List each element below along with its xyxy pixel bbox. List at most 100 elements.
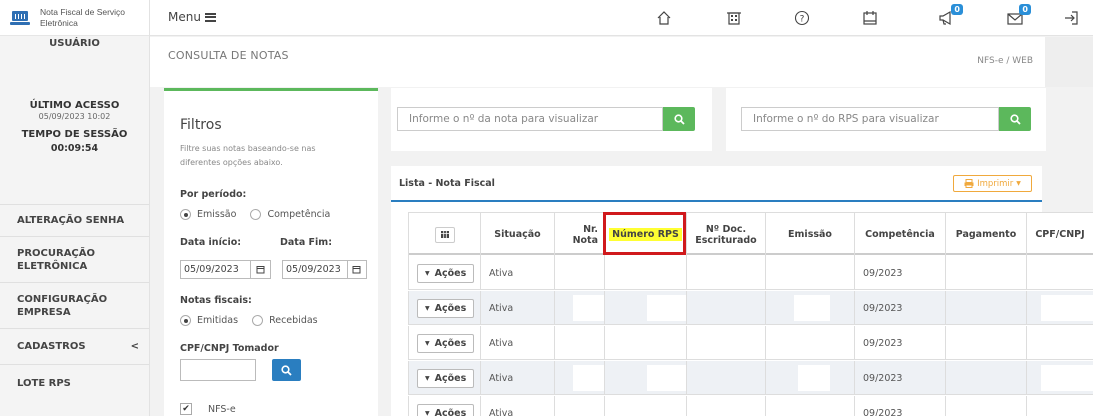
actions-button[interactable]: ▼ Ações [417,403,475,416]
column-toggle[interactable] [408,213,480,256]
list-title: Lista - Nota Fiscal [399,178,495,189]
computer-icon [10,10,30,25]
rps-search-button[interactable] [999,107,1031,131]
cell-competencia: 09/2023 [854,256,945,290]
row-actions-cell: ▼ Ações [408,291,480,325]
filters-panel: Filtros Filtre suas notas baseando-se na… [164,88,378,416]
megaphone-icon[interactable]: 0 [936,4,963,29]
redacted-block [1041,295,1093,321]
actions-button[interactable]: ▼ Ações [417,298,475,318]
cell-situacao: Ativa [480,326,554,360]
cell-emissao [765,256,854,290]
cell-competencia: 09/2023 [854,291,945,325]
cell-pagamento [945,326,1026,360]
caret-down-icon: ▼ [425,269,430,277]
redacted-block [794,295,830,321]
table-row: ▼ Ações Ativa 09/2023 [408,291,1093,325]
sidebar-item-lote-rps[interactable]: LOTE RPS [0,364,149,401]
col-nr-nota[interactable]: Nr. Nota [554,213,604,256]
cell-nr-nota [554,396,604,416]
cpf-search-button[interactable] [272,359,301,381]
sidebar: Nota Fiscal de Serviço Eletrônica USUÁRI… [0,0,150,416]
start-date-field[interactable]: 05/09/2023 [180,260,271,279]
actions-button[interactable]: ▼ Ações [417,368,475,388]
col-doc-escriturado-label: Nº Doc. Escriturado [695,223,757,246]
cell-cpf [1026,361,1093,395]
menu-label: Menu [168,10,201,24]
notes-table: Situação Nr. Nota Número RPS Nº Doc. Esc… [408,212,1093,416]
row-actions-cell: ▼ Ações [408,326,480,360]
col-pagamento[interactable]: Pagamento [945,213,1026,256]
redacted-block [647,295,687,321]
search-icon [281,364,292,376]
mail-icon[interactable]: 0 [1004,4,1031,29]
cell-pagamento [945,361,1026,395]
start-date-label: Data início: [180,237,242,248]
radio-emissao[interactable] [180,209,191,220]
cell-pagamento [945,256,1026,290]
home-icon[interactable] [653,7,675,29]
end-date-field[interactable]: 05/09/2023 [282,260,367,279]
sidebar-item-alteracao-senha[interactable]: ALTERAÇÃO SENHA [0,204,149,236]
col-situacao[interactable]: Situação [480,213,554,256]
note-search-button[interactable] [663,107,695,131]
redacted-block [647,365,687,391]
cell-cpf [1026,396,1093,416]
user-label: USUÁRIO [49,38,100,49]
actions-button[interactable]: ▼ Ações [417,333,475,353]
calendar-icon[interactable] [859,7,881,29]
cell-emissao [765,291,854,325]
table-header: Situação Nr. Nota Número RPS Nº Doc. Esc… [408,212,1093,256]
radio-competencia[interactable] [250,209,262,220]
printer-icon [964,179,974,188]
print-button[interactable]: Imprimir ▼ [953,175,1032,192]
redacted-block [573,365,605,391]
table-row: ▼ Ações Ativa 09/2023 [408,396,1093,416]
cell-cpf [1026,326,1093,360]
sidebar-item-label: CONFIGURAÇÃO EMPRESA [17,293,108,318]
caret-down-icon: ▼ [425,409,430,416]
rps-search-input[interactable]: Informe o nº do RPS para visualizar [741,107,999,131]
actions-button[interactable]: ▼ Ações [417,263,475,283]
col-doc-escriturado[interactable]: Nº Doc. Escriturado [686,213,765,256]
calendar-icon[interactable] [346,261,367,278]
radio-emitidas[interactable] [180,315,191,326]
col-numero-rps[interactable]: Número RPS [604,213,686,256]
page-title: CONSULTA DE NOTAS [168,49,289,62]
logout-icon[interactable] [1060,7,1082,29]
sidebar-item-procuracao[interactable]: PROCURAÇÃO ELETRÔNICA [0,236,149,282]
sidebar-item-configuracao[interactable]: CONFIGURAÇÃO EMPRESA [0,282,149,328]
cell-pagamento [945,291,1026,325]
start-date-value: 05/09/2023 [184,264,239,275]
menu-button[interactable]: Menu [168,10,216,24]
radio-emissao-label: Emissão [197,209,237,220]
breadcrumb[interactable]: NFS-e / WEB [977,56,1033,66]
cell-cpf [1026,256,1093,290]
col-competencia[interactable]: Competência [854,213,945,256]
col-cpf-cnpj[interactable]: CPF/CNPJ [1026,213,1093,256]
radio-recebidas[interactable] [252,315,264,326]
note-search-input[interactable]: Informe o nº da nota para visualizar [397,107,663,131]
grid-icon[interactable] [434,226,455,243]
calendar-icon[interactable] [250,261,270,278]
radio-emitidas-label: Emitidas [197,315,239,326]
print-label: Imprimir [977,178,1014,189]
search-icon [673,113,685,125]
help-icon[interactable]: ? [791,7,813,29]
cpf-label: CPF/CNPJ Tomador [180,343,279,354]
redacted-block [798,365,830,391]
cpf-cnpj-input[interactable] [180,359,256,381]
period-label: Por período: [180,189,247,200]
cell-situacao: Ativa [480,361,554,395]
search-icon [1009,113,1021,125]
cell-doc [686,326,765,360]
brand[interactable]: Nota Fiscal de Serviço Eletrônica [0,0,149,36]
nfse-checkbox[interactable]: ✔ [180,403,192,415]
building-icon[interactable] [723,7,745,29]
cell-nr-nota [554,256,604,290]
caret-down-icon: ▼ [425,374,430,382]
col-emissao[interactable]: Emissão [765,213,854,256]
notification-badge: 0 [951,4,963,15]
sidebar-item-cadastros[interactable]: CADASTROS < [0,328,149,364]
hamburger-icon [204,12,216,22]
